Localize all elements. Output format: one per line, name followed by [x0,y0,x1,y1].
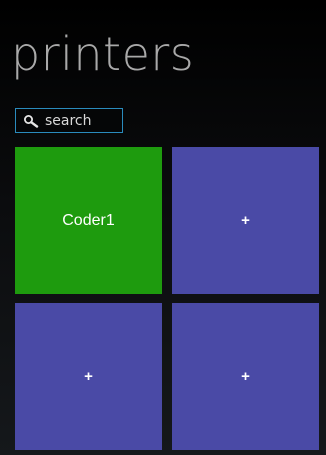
search-placeholder: search [45,112,92,129]
add-tile-plus: + [84,368,93,385]
search-input[interactable]: search [15,108,123,133]
add-printer-tile[interactable]: + [172,303,319,450]
printer-tile-coder1[interactable]: Coder1 [15,147,162,294]
search-icon [23,114,41,128]
add-tile-plus: + [241,368,250,385]
page-title: printers [11,27,195,81]
add-tile-plus: + [241,212,250,229]
add-printer-tile[interactable]: + [15,303,162,450]
printer-tile-label: Coder1 [62,211,115,229]
add-printer-tile[interactable]: + [172,147,319,294]
